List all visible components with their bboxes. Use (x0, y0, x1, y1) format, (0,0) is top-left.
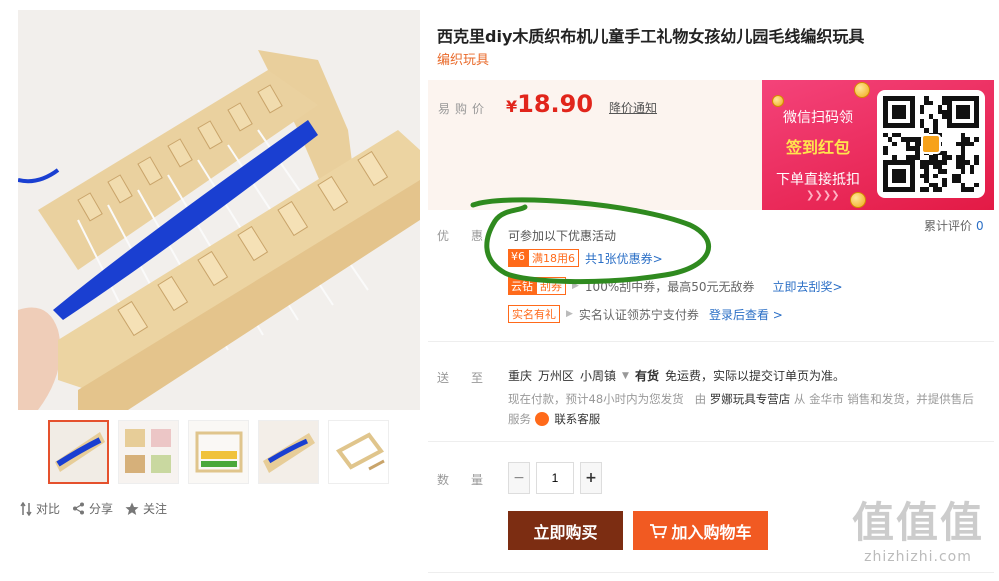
qr-logo-icon (921, 134, 941, 154)
dropdown-arrow-icon[interactable]: ▼ (622, 371, 629, 381)
quantity-stepper: − + (508, 462, 602, 494)
coin-icon (850, 192, 866, 208)
scratch-row: 云钻 刮券 ▶ 100%刮中券，最高50元无敌券 立即去刮奖> (508, 277, 843, 295)
promo-line-2: 签到红包 (785, 138, 850, 157)
gallery-actions: 对比 分享 关注 (20, 500, 167, 517)
section-divider (428, 441, 994, 442)
freight-text: 免运费，实际以提交订单页为准。 (664, 369, 845, 383)
section-divider (428, 572, 994, 573)
follow-button[interactable]: 关注 (125, 500, 167, 517)
scratch-link[interactable]: 立即去刮奖> (773, 278, 843, 295)
price-label: 易购价 (438, 102, 490, 116)
rating-summary[interactable]: 累计评价 0 (924, 217, 984, 234)
thumbnail-2-image (119, 421, 178, 483)
promo-arrows: ❯❯❯❯ (806, 190, 840, 201)
thumbnail-2[interactable] (118, 420, 179, 484)
service-row: 服务 联系客服 (508, 411, 600, 427)
delivery-by: 由 (694, 392, 707, 406)
add-to-cart-button[interactable]: 加入购物车 (633, 511, 768, 550)
stock-status: 有货 (634, 369, 659, 383)
product-title: 西克里diy木质织布机儿童手工礼物女孩幼儿园毛线编织玩具 (437, 27, 865, 46)
coupon-row: ¥6 满18用6 共1张优惠券> (508, 249, 663, 267)
price-currency: ¥ (506, 97, 518, 116)
compare-label: 对比 (36, 502, 61, 516)
coin-icon (854, 82, 870, 98)
offers-intro: 可参加以下优惠活动 (508, 229, 617, 243)
thumbnail-5[interactable] (328, 420, 389, 484)
price: ¥18.90 (506, 90, 593, 118)
share-button[interactable]: 分享 (72, 500, 113, 517)
qr-code (877, 90, 985, 198)
coupon-rule-tag: 满18用6 (528, 249, 579, 267)
separator-triangle-icon: ▶ (566, 309, 573, 319)
coupon-list-link[interactable]: 共1张优惠券> (585, 250, 663, 267)
product-subtitle[interactable]: 编织玩具 (437, 49, 489, 68)
main-product-image[interactable] (18, 10, 420, 410)
share-icon (73, 502, 85, 515)
watermark-domain: zhizhizhi.com (864, 549, 972, 565)
separator-triangle-icon: ▶ (572, 281, 579, 291)
promo-line-3: 下单直接抵扣 (776, 172, 860, 188)
compare-button[interactable]: 对比 (20, 500, 60, 517)
star-icon (125, 502, 139, 515)
ship-town[interactable]: 小周镇 (580, 367, 616, 384)
quantity-label: 数量 (437, 473, 506, 487)
ship-destination-row: 重庆 万州区 小周镇 ▼ 有货 免运费，实际以提交订单页为准。 (508, 367, 845, 384)
rating-label: 累计评价 (924, 219, 973, 233)
cart-icon (650, 523, 668, 538)
realname-link[interactable]: 登录后查看 > (709, 306, 783, 323)
rating-count: 0 (976, 219, 984, 233)
delivery-eta: 现在付款，预计48小时内为您发货 (508, 392, 684, 406)
service-label: 服务 (508, 412, 531, 426)
price-box: 易购价 ¥18.90 降价通知 (428, 80, 762, 210)
contact-service-link[interactable]: 联系客服 (554, 412, 600, 426)
scratch-tag-guaquan: 刮券 (536, 277, 566, 295)
thumbnail-1[interactable] (48, 420, 109, 484)
follow-label: 关注 (143, 502, 168, 516)
thumbnail-1-image (50, 422, 107, 482)
compare-icon (20, 501, 32, 516)
shop-name-link[interactable]: 罗娜玩具专营店 (710, 392, 791, 406)
site-watermark: 值值值 zhizhizhi.com (848, 497, 988, 565)
thumbnail-4-image (259, 421, 318, 483)
wechat-promo-banner[interactable]: 微信扫码领 签到红包 下单直接抵扣 ❯❯❯❯ (762, 80, 994, 210)
ship-to-label: 送至 (437, 371, 506, 385)
thumbnail-3[interactable] (188, 420, 249, 484)
realname-text: 实名认证领苏宁支付券 (578, 307, 699, 322)
offers-label: 优惠 (437, 229, 506, 243)
loom-photo (18, 10, 420, 410)
delivery-info: 现在付款，预计48小时内为您发货 由 罗娜玩具专营店 从 金华市 销售和发货，并… (508, 391, 974, 407)
quantity-input[interactable] (537, 471, 573, 485)
realname-row: 实名有礼 ▶ 实名认证领苏宁支付券 登录后查看 > (508, 305, 783, 323)
price-drop-notify-link[interactable]: 降价通知 (609, 99, 657, 116)
quantity-minus-button[interactable]: − (508, 462, 530, 494)
quantity-plus-button[interactable]: + (580, 462, 602, 494)
thumbnail-strip (48, 420, 389, 484)
add-to-cart-label: 加入购物车 (671, 522, 752, 542)
coin-icon (772, 95, 784, 107)
scratch-text: 100%刮中券，最高50元无敌券 (584, 279, 755, 294)
delivery-origin: 从 金华市 销售和发货，并提供售后 (793, 392, 974, 406)
thumbnail-4[interactable] (258, 420, 319, 484)
watermark-glyphs: 值值值 (851, 498, 984, 547)
thumbnail-5-image (329, 421, 388, 483)
price-amount: 18.90 (517, 90, 594, 118)
thumbnail-3-image (189, 421, 248, 483)
realname-tag: 实名有礼 (508, 305, 560, 323)
section-divider (428, 341, 994, 342)
ship-city[interactable]: 重庆 (508, 367, 532, 384)
scratch-tag-yunzuan: 云钻 (508, 277, 536, 295)
coupon-amount-tag: ¥6 (508, 249, 528, 267)
ship-district[interactable]: 万州区 (538, 367, 574, 384)
customer-service-icon (534, 412, 549, 426)
quantity-box (536, 462, 574, 494)
buy-now-button[interactable]: 立即购买 (508, 511, 623, 550)
share-label: 分享 (89, 502, 114, 516)
promo-line-1: 微信扫码领 (783, 110, 853, 126)
